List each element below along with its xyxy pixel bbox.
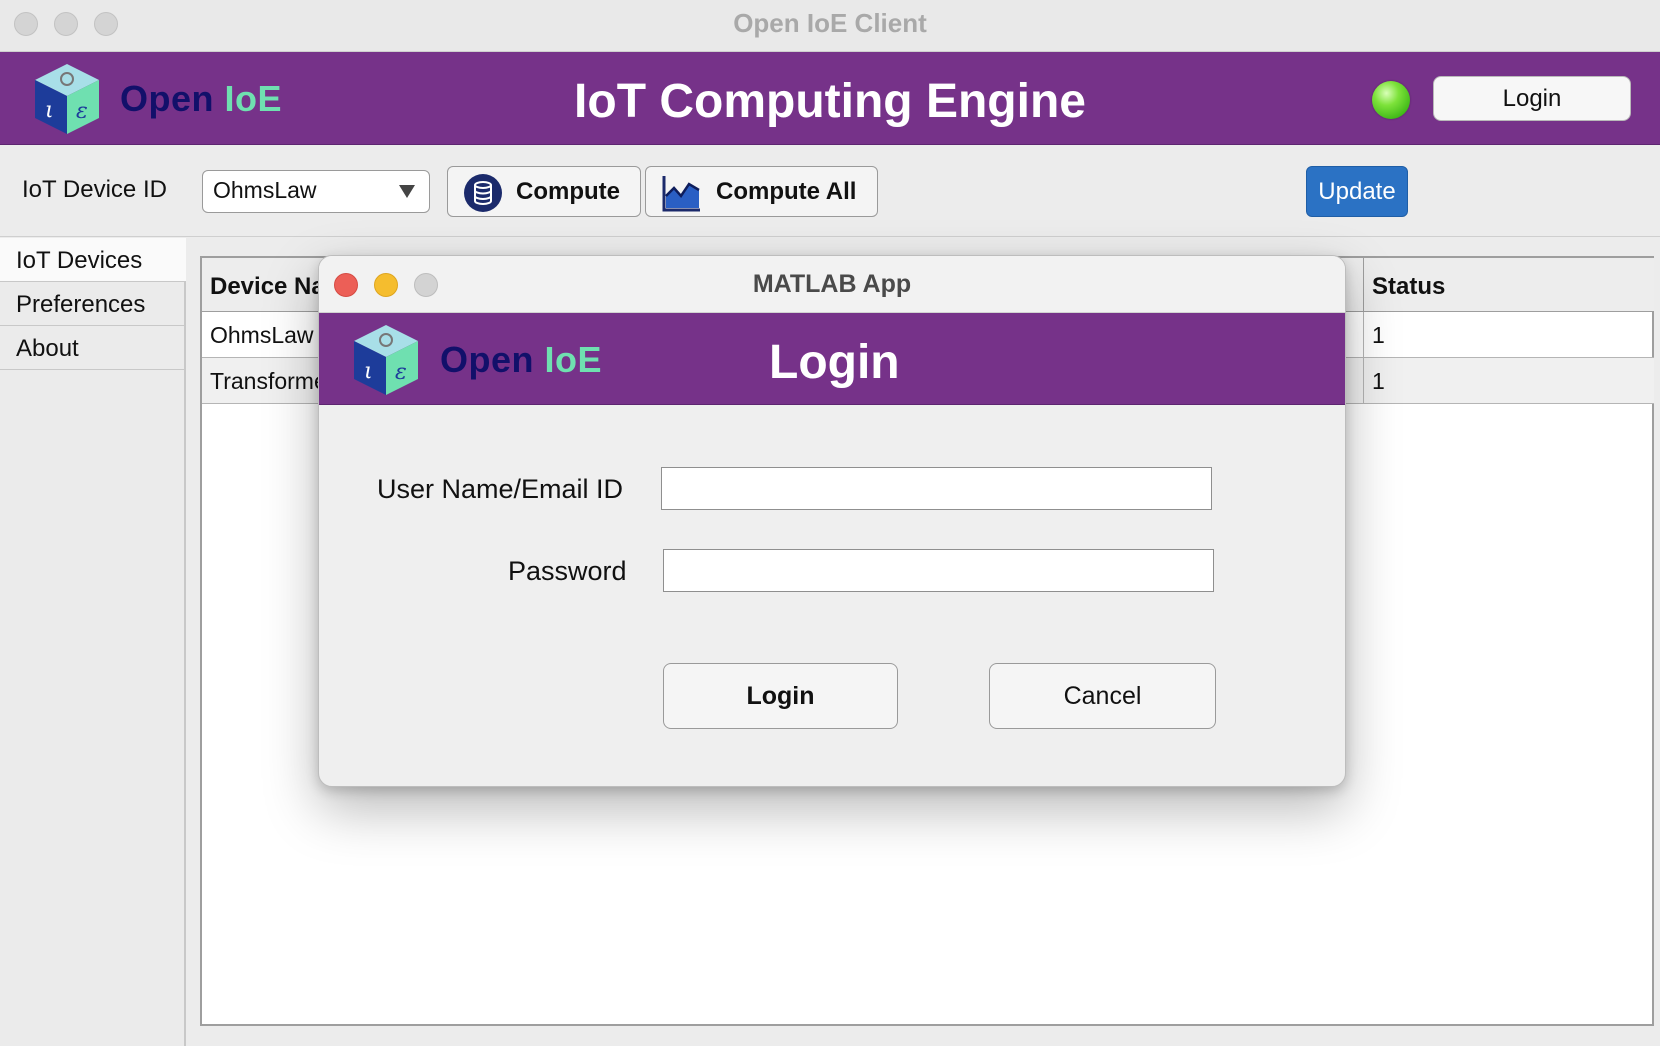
sidebar-item-iot-devices[interactable]: IoT Devices <box>0 238 186 282</box>
sidebar-item-preferences[interactable]: Preferences <box>0 282 186 326</box>
dialog-window-title: MATLAB App <box>752 270 912 298</box>
main-titlebar: Open IoE Client <box>0 0 1660 52</box>
window-title: Open IoE Client <box>733 8 927 38</box>
chevron-down-icon <box>399 185 415 198</box>
device-id-selected: OhmsLaw <box>213 177 317 203</box>
open-ioe-logo-icon: ι ε <box>354 325 418 395</box>
sidebar-item-about[interactable]: About <box>0 326 186 370</box>
compute-all-button[interactable]: Compute All <box>645 166 878 217</box>
password-input[interactable] <box>663 549 1214 592</box>
update-button[interactable]: Update <box>1306 166 1408 217</box>
brand-part-open: Open <box>440 339 535 380</box>
database-icon <box>464 174 502 212</box>
header-banner: ι ε Open IoE IoT Computing Engine <box>0 52 1660 145</box>
dialog-login-button[interactable]: Login <box>663 663 898 729</box>
app-title: IoT Computing Engine <box>574 75 1086 128</box>
column-header-status[interactable]: Status <box>1364 258 1654 312</box>
connection-status-icon <box>1372 81 1410 119</box>
password-label: Password <box>508 556 627 586</box>
dialog-heading: Login <box>769 336 900 389</box>
line-chart-icon <box>662 176 700 212</box>
compute-button-label: Compute <box>516 178 620 205</box>
device-id-label: IoT Device ID <box>22 176 167 203</box>
compute-button[interactable]: Compute <box>447 166 641 217</box>
svg-text:ι: ι <box>364 359 373 384</box>
dialog-cancel-button[interactable]: Cancel <box>989 663 1216 729</box>
table-cell-status[interactable]: 1 <box>1364 358 1654 404</box>
username-label: User Name/Email ID <box>377 474 624 504</box>
dialog-banner: ι ε Open IoE Login <box>319 313 1345 405</box>
brand-part-ioe: IoE <box>544 339 603 380</box>
header-login-button[interactable]: Login <box>1433 76 1631 121</box>
table-cell-status[interactable]: 1 <box>1364 312 1654 358</box>
sidebar: IoT Devices Preferences About <box>0 238 186 1046</box>
username-input[interactable] <box>661 467 1212 510</box>
login-dialog: MATLAB App ι ε Open IoE Login User Name/… <box>318 255 1346 787</box>
device-id-dropdown[interactable]: OhmsLaw <box>202 170 430 213</box>
dialog-titlebar: MATLAB App <box>319 256 1345 313</box>
compute-all-button-label: Compute All <box>716 178 857 205</box>
dialog-brand-name: Open IoE <box>440 339 602 381</box>
svg-text:ε: ε <box>395 360 407 385</box>
